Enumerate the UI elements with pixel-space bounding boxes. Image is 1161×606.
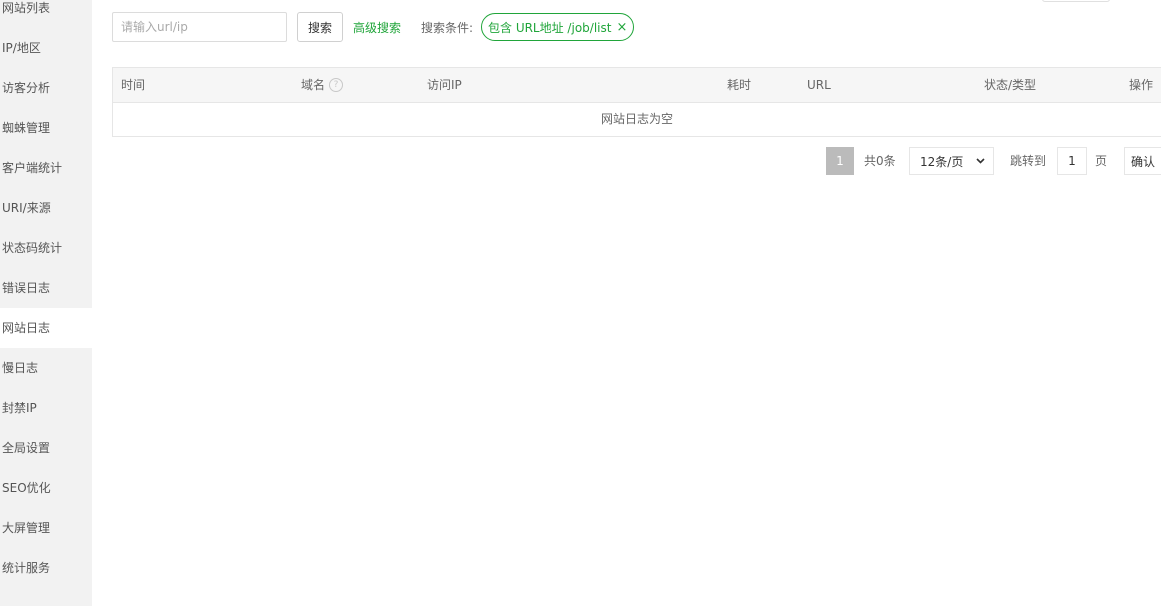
- search-condition-text: 包含 URL地址 /job/list: [488, 20, 612, 35]
- sidebar-item-seo[interactable]: SEO优化: [0, 468, 92, 508]
- sidebar-item-global-settings[interactable]: 全局设置: [0, 428, 92, 468]
- table-empty-message: 网站日志为空: [600, 112, 673, 126]
- page-total-count: 共0条: [864, 154, 896, 168]
- sidebar-item-big-screen[interactable]: 大屏管理: [0, 508, 92, 548]
- page-size-select[interactable]: 12条/页: [909, 147, 994, 175]
- column-header-actions: 操作: [1129, 78, 1154, 92]
- search-button[interactable]: 搜索: [297, 12, 343, 42]
- advanced-search-link[interactable]: 高级搜索: [353, 19, 401, 36]
- sidebar-item-site-log[interactable]: 网站日志: [0, 308, 92, 348]
- close-icon[interactable]: ×: [616, 21, 627, 34]
- page-current-button[interactable]: 1: [826, 147, 854, 175]
- sidebar-item-blocked-ip[interactable]: 封禁IP: [0, 388, 92, 428]
- table-header: 时间 域名? 访问IP 耗时 URL 状态/类型 操作: [113, 68, 1161, 103]
- top-button-edge[interactable]: [1042, 0, 1110, 2]
- goto-page-label: 跳转到: [1010, 154, 1047, 168]
- sidebar-item-site-list[interactable]: 网站列表: [0, 0, 92, 28]
- sidebar-item-error-log[interactable]: 错误日志: [0, 268, 92, 308]
- help-icon[interactable]: ?: [329, 77, 344, 92]
- search-input[interactable]: [112, 12, 287, 42]
- sidebar-item-client-stats[interactable]: 客户端统计: [0, 148, 92, 188]
- search-condition-tag: 包含 URL地址 /job/list ×: [481, 13, 635, 41]
- sidebar-item-stats-service[interactable]: 统计服务: [0, 548, 92, 588]
- column-header-url: URL: [807, 78, 831, 92]
- sidebar-item-spider-management[interactable]: 蜘蛛管理: [0, 108, 92, 148]
- sidebar-item-status-code-stats[interactable]: 状态码统计: [0, 228, 92, 268]
- page-unit-label: 页: [1095, 154, 1108, 168]
- column-header-visitor-ip: 访问IP: [427, 78, 462, 92]
- chevron-down-icon: [976, 156, 985, 167]
- page-size-value: 12条/页: [920, 154, 964, 169]
- search-condition-label: 搜索条件:: [421, 21, 474, 35]
- sidebar-item-visitor-analysis[interactable]: 访客分析: [0, 68, 92, 108]
- sidebar: 网站列表 IP/地区 访客分析 蜘蛛管理 客户端统计 URI/来源 状态码统计 …: [0, 0, 92, 606]
- column-header-domain-label: 域名: [301, 78, 326, 92]
- site-log-table: 时间 域名? 访问IP 耗时 URL 状态/类型 操作 网站日志为空: [112, 67, 1161, 137]
- sidebar-item-uri-source[interactable]: URI/来源: [0, 188, 92, 228]
- goto-confirm-button[interactable]: 确认: [1124, 147, 1161, 175]
- column-header-domain: 域名?: [301, 68, 344, 102]
- column-header-status-type: 状态/类型: [984, 78, 1037, 92]
- column-header-time: 时间: [121, 78, 146, 92]
- sidebar-item-ip-region[interactable]: IP/地区: [0, 28, 92, 68]
- goto-page-input[interactable]: [1057, 147, 1087, 175]
- column-header-duration: 耗时: [727, 78, 752, 92]
- sidebar-item-slow-log[interactable]: 慢日志: [0, 348, 92, 388]
